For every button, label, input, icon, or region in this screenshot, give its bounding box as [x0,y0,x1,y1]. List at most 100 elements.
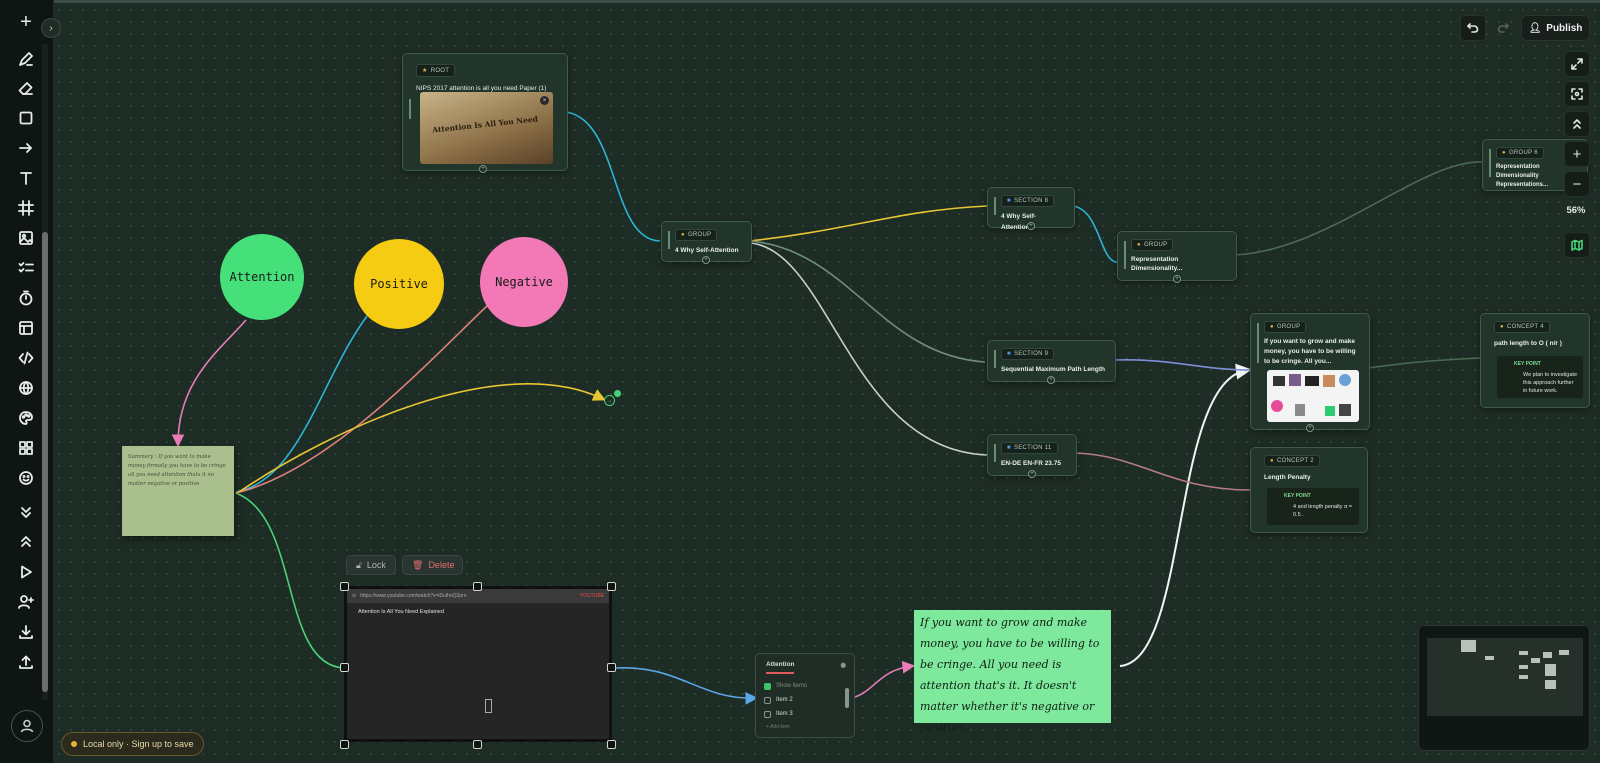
todo-item[interactable]: Item 2 [764,696,854,705]
checklist-icon[interactable] [13,257,39,279]
add-item-button[interactable]: + Add item [766,724,854,730]
node-concept-4[interactable]: ● CONCEPT 4 path length to O ( n/r ) KEY … [1480,313,1590,408]
node-group-why[interactable]: ● GROUP 4 Why Self-Attention + [661,221,752,264]
node-port[interactable]: + [1028,470,1036,478]
eye-icon[interactable]: ◉ [840,661,846,669]
chevron-right-icon[interactable]: › [41,18,61,38]
resize-handle-e[interactable] [607,663,616,672]
download-icon[interactable] [13,621,39,643]
upload-icon[interactable] [13,651,39,673]
minimap[interactable] [1418,625,1590,751]
node-section-9[interactable]: ■ SECTION 9 Sequential Maximum Path Lengt… [987,340,1116,384]
node-section-8[interactable]: ■ SECTION 8 4 Why Self-Attention + [987,187,1075,231]
resize-handle-n[interactable] [473,582,482,591]
todo-item[interactable]: Show items [764,682,854,691]
pen-icon[interactable] [13,48,39,70]
timer-icon[interactable] [13,287,39,309]
section-icon: ■ [1007,351,1011,357]
emoji-icon[interactable] [13,467,39,489]
node-accent-bar [1257,323,1259,363]
node-port[interactable]: + [1306,424,1314,432]
node-concept-2[interactable]: ● CONCEPT 2 Length Penalty KEY POINT 4 an… [1250,447,1368,533]
arrow-icon[interactable] [13,137,39,159]
resize-handle-nw[interactable] [340,582,349,591]
checkbox[interactable] [764,710,771,718]
map-icon [1571,239,1583,251]
publish-button[interactable]: 👤︎ Publish [1521,15,1590,41]
fit-view-button[interactable] [1564,81,1590,107]
chevrons-down-icon[interactable] [13,501,39,523]
circle-negative[interactable]: Negative [480,237,568,327]
circle-label: Negative [495,275,553,289]
zoom-level[interactable]: 56% [1564,205,1588,221]
local-only-badge[interactable]: Local only · Sign up to save [61,732,204,756]
code-icon[interactable] [13,347,39,369]
node-group-representation[interactable]: ● GROUP Representation Dimensionality... … [1117,231,1237,283]
fullscreen-button[interactable] [1564,51,1590,77]
text-note[interactable]: If you want to grow and make money, you … [914,610,1111,734]
globe-icon[interactable] [13,377,39,399]
node-port[interactable]: + [1027,222,1035,230]
circle-positive[interactable]: Positive [354,239,444,329]
add-icon[interactable]: + [13,11,39,33]
resize-handle-s[interactable] [473,740,482,749]
close-icon[interactable]: × [540,96,549,105]
node-tag: ● CONCEPT 4 [1494,321,1550,333]
resize-handle-sw[interactable] [340,740,349,749]
resize-handle-se[interactable] [607,740,616,749]
bulb-icon: ● [1500,324,1504,330]
bulb-icon: ● [1502,150,1506,156]
edge-video-to-todo [615,667,759,705]
todo-list-card[interactable]: Attention ◉ Show items Item 2 Item 3 + A… [755,653,855,738]
collapse-button[interactable] [1564,111,1590,137]
video-embed[interactable]: ⊙ https://www.youtube.com/watch?v=iDulho… [344,586,612,742]
avatar[interactable] [11,710,43,742]
connector-endpoint[interactable]: → [604,395,615,406]
node-accent-bar [994,444,996,462]
frame-icon[interactable] [13,197,39,219]
checkbox[interactable] [764,696,771,704]
chevrons-up-icon[interactable] [13,531,39,553]
zoom-in-button[interactable]: + [1564,141,1590,167]
video-brand: YOUTUBE [579,593,604,599]
node-port[interactable]: + [1047,376,1055,384]
node-port[interactable]: + [479,165,487,173]
node-port[interactable]: + [702,256,710,264]
delete-button[interactable]: 🗑︎ Delete [402,555,463,575]
toolbar-scrollbar-thumb[interactable] [42,232,48,692]
todo-item[interactable]: Item 3 [764,710,854,719]
play-icon[interactable] [13,561,39,583]
endpoint-dot[interactable] [614,390,621,397]
bulb-icon: ● [1270,458,1274,464]
eraser-icon[interactable] [13,77,39,99]
paper-thumbnail: Attention Is All You Need × [420,92,553,164]
grid-icon[interactable] [13,437,39,459]
redo-button[interactable] [1490,15,1516,41]
node-group-cringe[interactable]: ● GROUP If you want to grow and make mone… [1250,313,1370,432]
resize-handle-w[interactable] [340,663,349,672]
focus-icon [1571,88,1583,100]
rectangle-icon[interactable] [13,107,39,129]
undo-button[interactable] [1460,15,1486,41]
table-icon[interactable] [13,317,39,339]
node-port[interactable]: + [1173,275,1181,283]
delete-label: Delete [428,560,455,570]
add-user-icon[interactable] [13,591,39,613]
circle-attention[interactable]: Attention [220,234,304,320]
palette-icon[interactable] [13,407,39,429]
resize-handle-ne[interactable] [607,582,616,591]
minimap-node [1519,651,1528,655]
summary-sticky-note[interactable]: Summary : If you want to make money firm… [122,446,234,536]
image-icon[interactable] [13,227,39,249]
minimap-toggle-button[interactable] [1564,232,1590,258]
lock-button[interactable]: 🔓︎ Lock [346,555,396,575]
node-section-11[interactable]: ■ SECTION 11 EN-DE EN-FR 23.75 + [987,434,1077,478]
loading-icon [485,699,492,713]
todo-scrollbar[interactable] [845,688,849,708]
node-root[interactable]: ★ ROOT NIPS 2017 attention is all you nee… [402,53,568,173]
checkbox-checked[interactable] [764,682,771,690]
zoom-out-button[interactable]: − [1564,171,1590,197]
text-icon[interactable] [13,167,39,189]
lock-label: Lock [366,560,386,570]
minimap-node [1519,675,1528,679]
